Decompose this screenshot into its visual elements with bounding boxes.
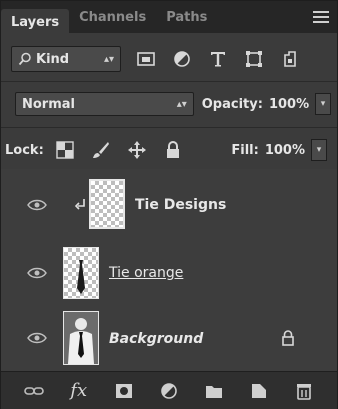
clipping-mask-icon: [75, 199, 85, 210]
layers-list: Tie Designs Tie orange Background: [1, 169, 337, 371]
lock-label: Lock:: [5, 142, 44, 158]
new-adjustment-layer-icon[interactable]: [157, 379, 181, 403]
lock-row: Lock: Fill: 100% ▾: [5, 137, 335, 163]
chevron-down-icon: ▾: [316, 145, 322, 155]
filter-kind-label: Kind: [36, 51, 70, 67]
filter-kind-select[interactable]: Kind ▴▾: [11, 46, 121, 72]
layer-name: Tie Designs: [135, 197, 227, 213]
adjustment-filter-icon[interactable]: [169, 46, 195, 72]
fill-dropdown-button[interactable]: ▾: [311, 139, 327, 161]
up-down-arrow-icon: ▴▾: [176, 98, 187, 110]
delete-layer-trash-icon[interactable]: [292, 379, 316, 403]
lock-all-icon[interactable]: [162, 139, 184, 161]
layer-name: Tie orange: [109, 265, 184, 281]
filter-row: Kind ▴▾: [11, 43, 329, 75]
tab-layers[interactable]: Layers: [1, 9, 70, 33]
image-filter-icon[interactable]: [133, 46, 159, 72]
eye-icon[interactable]: [27, 198, 47, 212]
opacity-label: Opacity:: [201, 96, 263, 112]
type-filter-icon[interactable]: [205, 46, 231, 72]
opacity-dropdown-button[interactable]: ▾: [315, 93, 331, 115]
eye-icon[interactable]: [27, 266, 47, 280]
up-down-arrow-icon: ▴▾: [103, 53, 114, 65]
tab-channels[interactable]: Channels: [69, 10, 156, 33]
new-layer-icon[interactable]: [247, 379, 271, 403]
divider: [1, 81, 337, 82]
layer-name: Background: [109, 331, 204, 347]
person-image-icon: [64, 312, 98, 364]
link-layers-icon[interactable]: [22, 379, 46, 403]
add-mask-icon[interactable]: [112, 379, 136, 403]
layer-thumbnail: [63, 247, 99, 299]
panel-menu-icon[interactable]: [313, 11, 329, 23]
tab-paths[interactable]: Paths: [156, 10, 217, 33]
layers-bottom-toolbar: fx: [1, 371, 337, 409]
lock-icon: [282, 330, 294, 346]
tie-icon: [77, 260, 85, 294]
layer-row[interactable]: Tie orange: [1, 241, 337, 305]
layers-panel: Layers Channels Paths Kind ▴▾ Normal ▴▾ …: [0, 0, 338, 409]
layer-row[interactable]: Background: [1, 305, 337, 371]
fill-label: Fill:: [231, 142, 259, 158]
layer-row[interactable]: Tie Designs: [1, 169, 337, 241]
divider: [1, 127, 337, 128]
fill-control: Fill: 100% ▾: [231, 139, 327, 161]
chevron-down-icon: ▾: [320, 99, 326, 109]
layer-style-fx-icon[interactable]: fx: [67, 379, 91, 403]
layer-thumbnail: [89, 179, 125, 229]
search-icon: [18, 52, 31, 66]
shape-filter-icon[interactable]: [241, 46, 267, 72]
lock-icons: [54, 139, 184, 161]
panel-tabs: Layers Channels Paths: [1, 1, 337, 33]
blend-mode-value: Normal: [22, 96, 75, 112]
blend-row: Normal ▴▾ Opacity: 100% ▾: [15, 91, 331, 117]
blend-mode-select[interactable]: Normal ▴▾: [15, 92, 194, 116]
lock-transparent-pixels-icon[interactable]: [54, 139, 76, 161]
lock-image-pixels-icon[interactable]: [90, 139, 112, 161]
fill-input[interactable]: 100%: [265, 143, 305, 158]
smart-object-filter-icon[interactable]: [277, 46, 303, 72]
lock-position-icon[interactable]: [126, 139, 148, 161]
fx-glyph: fx: [70, 380, 88, 401]
filter-icons: [133, 46, 303, 72]
layer-thumbnail: [63, 311, 99, 365]
new-group-folder-icon[interactable]: [202, 379, 226, 403]
eye-icon[interactable]: [27, 331, 47, 345]
opacity-input[interactable]: 100%: [269, 97, 309, 112]
